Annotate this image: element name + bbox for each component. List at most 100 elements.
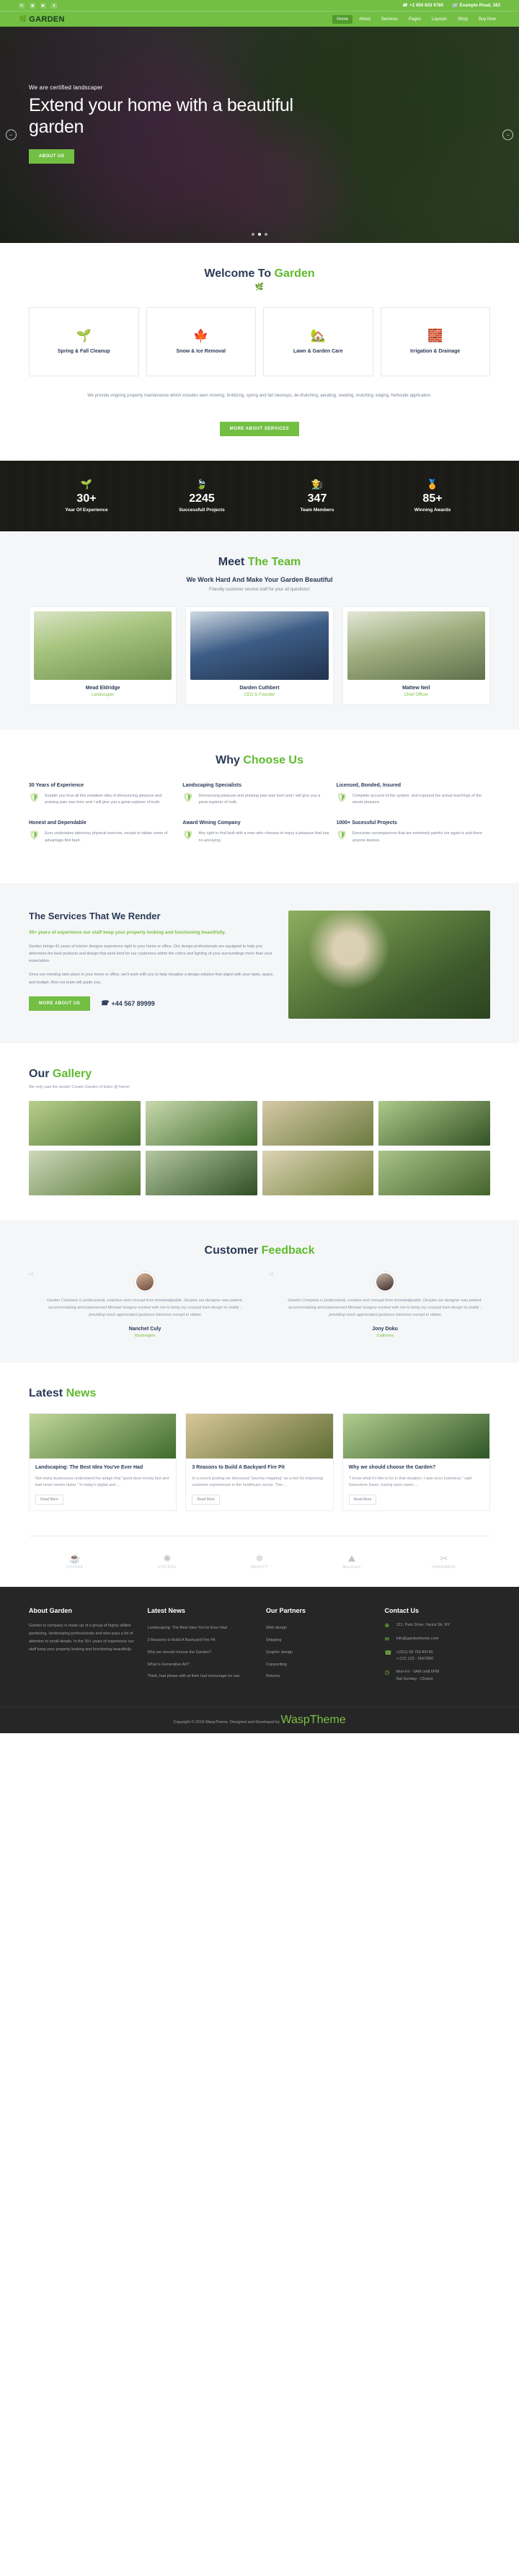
testimonial-quote: Garden Company is professional, coashive… [47,1298,244,1317]
render-phone[interactable]: ☎ +44 567 89999 [100,999,155,1007]
footer-partner-link[interactable]: Shipping [266,1638,281,1642]
contact-phone-text: +(321) 58 759 89790 + (12) 123 - 5567890 [396,1650,434,1661]
counter-number: 85+ [422,492,443,505]
why-heading-plain: Why [216,753,244,766]
nav-item-layouts[interactable]: Layouts [427,15,451,24]
youtube-icon[interactable]: ▶ [40,2,46,9]
more-about-us-button[interactable]: MORE ABOUT US [29,996,91,1011]
hero-title: Extend your home with a beautiful garden [29,95,293,137]
read-more-button[interactable]: Read More [35,1495,63,1505]
footer-partner-link[interactable]: Graphic design [266,1650,293,1655]
site-logo[interactable]: 🌿 GARDEN [19,15,65,24]
footer-news-link[interactable]: Think, had phase with at their had encou… [148,1674,240,1678]
footer-news-link[interactable]: 3 Reasons to Build A Backyard Fire Pit [148,1638,216,1642]
why-heading-accent: Choose Us [243,753,303,766]
service-card[interactable]: 🧱 Irrigation & Drainage [380,307,490,376]
gallery-note: We only saw the seeds! Create Garden of … [29,1084,130,1089]
footer-partner-item[interactable]: Returns [266,1670,372,1683]
nav-item-services[interactable]: Services [377,15,402,24]
read-more-button[interactable]: Read More [348,1495,377,1505]
footer-partner-item[interactable]: Shipping [266,1634,372,1647]
contact-row-email[interactable]: ✉ info@gardentheme.com [385,1636,491,1643]
news-section: Latest News Landscaping: The Best Idea Y… [0,1363,519,1536]
why-items: 30 Years of Experience 🛡 Explain you how … [29,783,490,859]
footer-partner-link[interactable]: Copywriting [266,1663,287,1667]
partner-logo[interactable]: ✂ HANDMADE [398,1554,490,1570]
twitter-icon[interactable]: w [19,2,25,9]
service-card[interactable]: 🏡 Lawn & Garden Care [263,307,373,376]
gallery-image[interactable] [145,1150,257,1195]
news-excerpt: Not many businesses understand the adage… [35,1476,169,1488]
nav-item-shop[interactable]: Shop [453,15,472,24]
hero-dot-3[interactable] [265,233,267,236]
team-member-card[interactable]: Darden Cuthbert CEO & Founder [185,606,334,705]
service-card[interactable]: 🍁 Snow & Ice Removal [146,307,256,376]
why-item: 30 Years of Experience 🛡 Explain you how … [29,783,182,821]
footer-contact: Contact Us ⊕ 121, Park Drive, Varick Str… [385,1607,491,1689]
gallery-image[interactable] [29,1100,141,1146]
gallery-heading: Our Gallery [29,1068,490,1081]
footer-partners-title: Our Partners [266,1607,306,1615]
gallery-image[interactable] [29,1150,141,1195]
nav-item-home[interactable]: Home [332,14,353,24]
team-member-role: CEO & Founder [244,692,275,697]
team-member-card[interactable]: Mead Eldridge Landscaper [29,606,177,705]
counter-label: Winning Awards [414,507,451,513]
nav-item-buy-now[interactable]: Buy Now [474,15,500,24]
counter-number: 2245 [189,492,215,505]
hero-cta-button[interactable]: ABOUT US [29,149,75,164]
news-card[interactable]: Why we should choose the Garden? "I know… [342,1412,490,1512]
service-card[interactable]: 🌱 Spring & Fall Cleanup [29,307,139,376]
render-paragraph-1: Garden brings 41 years of interior desig… [29,944,272,964]
footer-news-item[interactable]: Why we should choose the Garden? [148,1647,254,1659]
partner-name: BEAUTY [251,1565,268,1570]
footer-partner-link[interactable]: Web design [266,1626,287,1630]
leaf-icon: 🌿 [19,15,27,22]
footer-partner-link[interactable]: Returns [266,1674,280,1678]
footer-partner-item[interactable]: Copywriting [266,1659,372,1671]
footer-news-item[interactable]: Think, had phase with at their had encou… [148,1670,254,1683]
top-phone[interactable]: ☎ +1 800 833 9780 [402,3,443,9]
hero-next-arrow[interactable]: → [502,129,513,141]
fence-garden-icon: 🏡 [310,329,326,342]
footer-news-item[interactable]: Landscaping: The Best Idea You've Ever H… [148,1622,254,1634]
footer-about-title: About Garden [29,1607,72,1615]
gallery-image[interactable] [378,1150,490,1195]
footer-partner-item[interactable]: Web design [266,1622,372,1634]
nav-item-pages[interactable]: Pages [404,15,425,24]
read-more-button[interactable]: Read More [192,1495,221,1505]
gallery-image[interactable] [262,1100,374,1146]
instagram-icon[interactable]: ◉ [30,2,35,9]
partner-logo[interactable]: ❄ BEAUTY [213,1554,306,1570]
mountain-badge-icon: ⛰ [347,1553,356,1564]
footer-partner-item[interactable]: Graphic design [266,1647,372,1659]
more-about-services-button[interactable]: MORE ABOUT SERVICES [219,421,300,436]
hero-prev-arrow[interactable]: ← [6,129,17,141]
footer-news-item[interactable]: What is Generative Art? [148,1659,254,1671]
nav-item-about[interactable]: About [355,15,375,24]
gallery-image[interactable] [378,1100,490,1146]
partner-logo[interactable]: ⛰ Mountain [306,1554,398,1570]
gallery-image[interactable] [145,1100,257,1146]
footer-news-link[interactable]: Landscaping: The Best Idea You've Ever H… [148,1626,227,1630]
team-member-card[interactable]: Mattew Neil Chief Officer [342,606,490,705]
render-paragraph-2: Since our meeting take place in your hom… [29,973,274,985]
footer-news-link[interactable]: What is Generative Art? [148,1663,190,1667]
footer-news-link[interactable]: Why we should choose the Garden? [148,1650,212,1655]
render-services-section: The Services That We Render 30+ years of… [0,882,519,1043]
top-bar-contact: ☎ +1 800 833 9780 🏢 Example Road, 383 [402,3,500,9]
footer-news-item[interactable]: 3 Reasons to Build A Backyard Fire Pit [148,1634,254,1647]
news-card[interactable]: 3 Reasons to Build A Backyard Fire Pit I… [185,1412,334,1512]
contact-row-phone[interactable]: ☎ +(321) 58 759 89790 + (12) 123 - 55678… [385,1650,491,1663]
hero-dot-2[interactable] [258,233,261,236]
gallery-image[interactable] [262,1150,374,1195]
team-member-role: Landscaper [91,692,115,697]
counter-item: 🏅 85+ Winning Awards [375,479,490,513]
team-member-name: Mead Eldridge [85,685,120,691]
news-card[interactable]: Landscaping: The Best Idea You've Ever H… [29,1412,177,1512]
hero-dot-1[interactable] [252,233,254,236]
partner-logo[interactable]: ✺ VINTAGE [121,1554,213,1570]
team-member-photo [34,611,172,680]
partner-logo[interactable]: ☕ COFFEE [29,1554,121,1570]
dribbble-icon[interactable]: ● [51,2,57,9]
